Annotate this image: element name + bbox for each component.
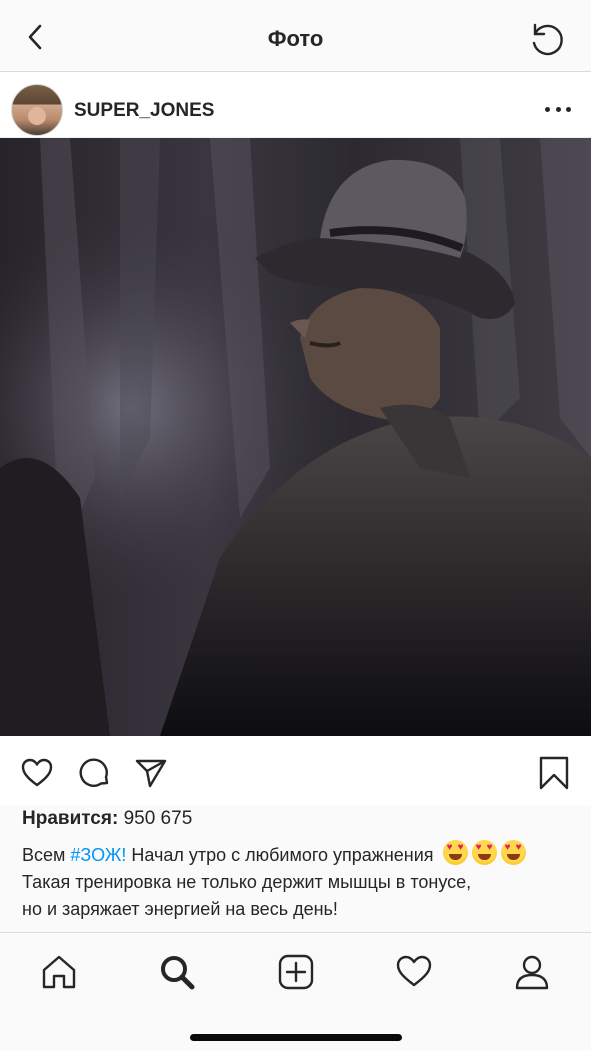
tab-new-post[interactable]: [277, 953, 315, 991]
post-actions: [0, 736, 591, 806]
post-header: SUPER_JONES: [0, 72, 591, 138]
home-icon: [42, 955, 76, 989]
caption-line-1: Всем #ЗОЖ! Начал утро с любимого упражне…: [22, 840, 582, 869]
tab-home[interactable]: [40, 953, 78, 991]
comment-button[interactable]: [78, 756, 112, 790]
activity-heart-icon: [396, 955, 432, 987]
page-title: Фото: [267, 26, 324, 51]
tab-profile[interactable]: [513, 953, 551, 991]
likes-count[interactable]: Нравится: 950 675: [22, 808, 192, 830]
top-nav-bar: Фото: [0, 0, 591, 72]
caption-line-3: но и заряжает энергией на весь день!: [22, 899, 338, 919]
save-button[interactable]: [537, 756, 571, 790]
bookmark-icon: [539, 756, 569, 790]
search-icon: [161, 956, 195, 990]
caption-line-2: Такая тренировка не только держит мышцы …: [22, 872, 472, 892]
bottom-tab-bar: [0, 932, 591, 1050]
tab-activity[interactable]: [395, 953, 433, 991]
refresh-button[interactable]: [527, 20, 565, 58]
refresh-icon: [532, 23, 563, 56]
more-options-button[interactable]: [545, 96, 571, 122]
home-indicator: [190, 1034, 402, 1041]
caption-prefix: Всем: [22, 845, 71, 865]
more-dot: [566, 106, 571, 112]
hashtag-link[interactable]: #ЗОЖ!: [70, 845, 126, 865]
caption-text: Начал утро с любимого упражнения: [126, 845, 434, 865]
like-button[interactable]: [20, 756, 54, 790]
heart-eyes-emoji: [442, 840, 468, 865]
photo-illustration: [0, 138, 591, 736]
comment-icon: [79, 758, 109, 787]
heart-eyes-emoji: [471, 840, 497, 865]
share-button[interactable]: [134, 756, 168, 790]
post-username[interactable]: SUPER_JONES: [74, 100, 214, 122]
likes-label: Нравится:: [22, 808, 119, 829]
more-dot: [545, 106, 550, 112]
tab-search[interactable]: [158, 953, 196, 991]
send-icon: [135, 759, 167, 788]
profile-icon: [515, 955, 549, 990]
add-post-icon: [278, 954, 314, 990]
likes-number: 950 675: [123, 808, 193, 829]
heart-eyes-emoji: [500, 840, 526, 865]
post-caption: Всем #ЗОЖ! Начал утро с любимого упражне…: [22, 840, 582, 923]
heart-icon: [21, 758, 53, 787]
profile-avatar[interactable]: [11, 84, 63, 136]
post-photo[interactable]: [0, 138, 591, 736]
more-dot: [555, 106, 561, 112]
